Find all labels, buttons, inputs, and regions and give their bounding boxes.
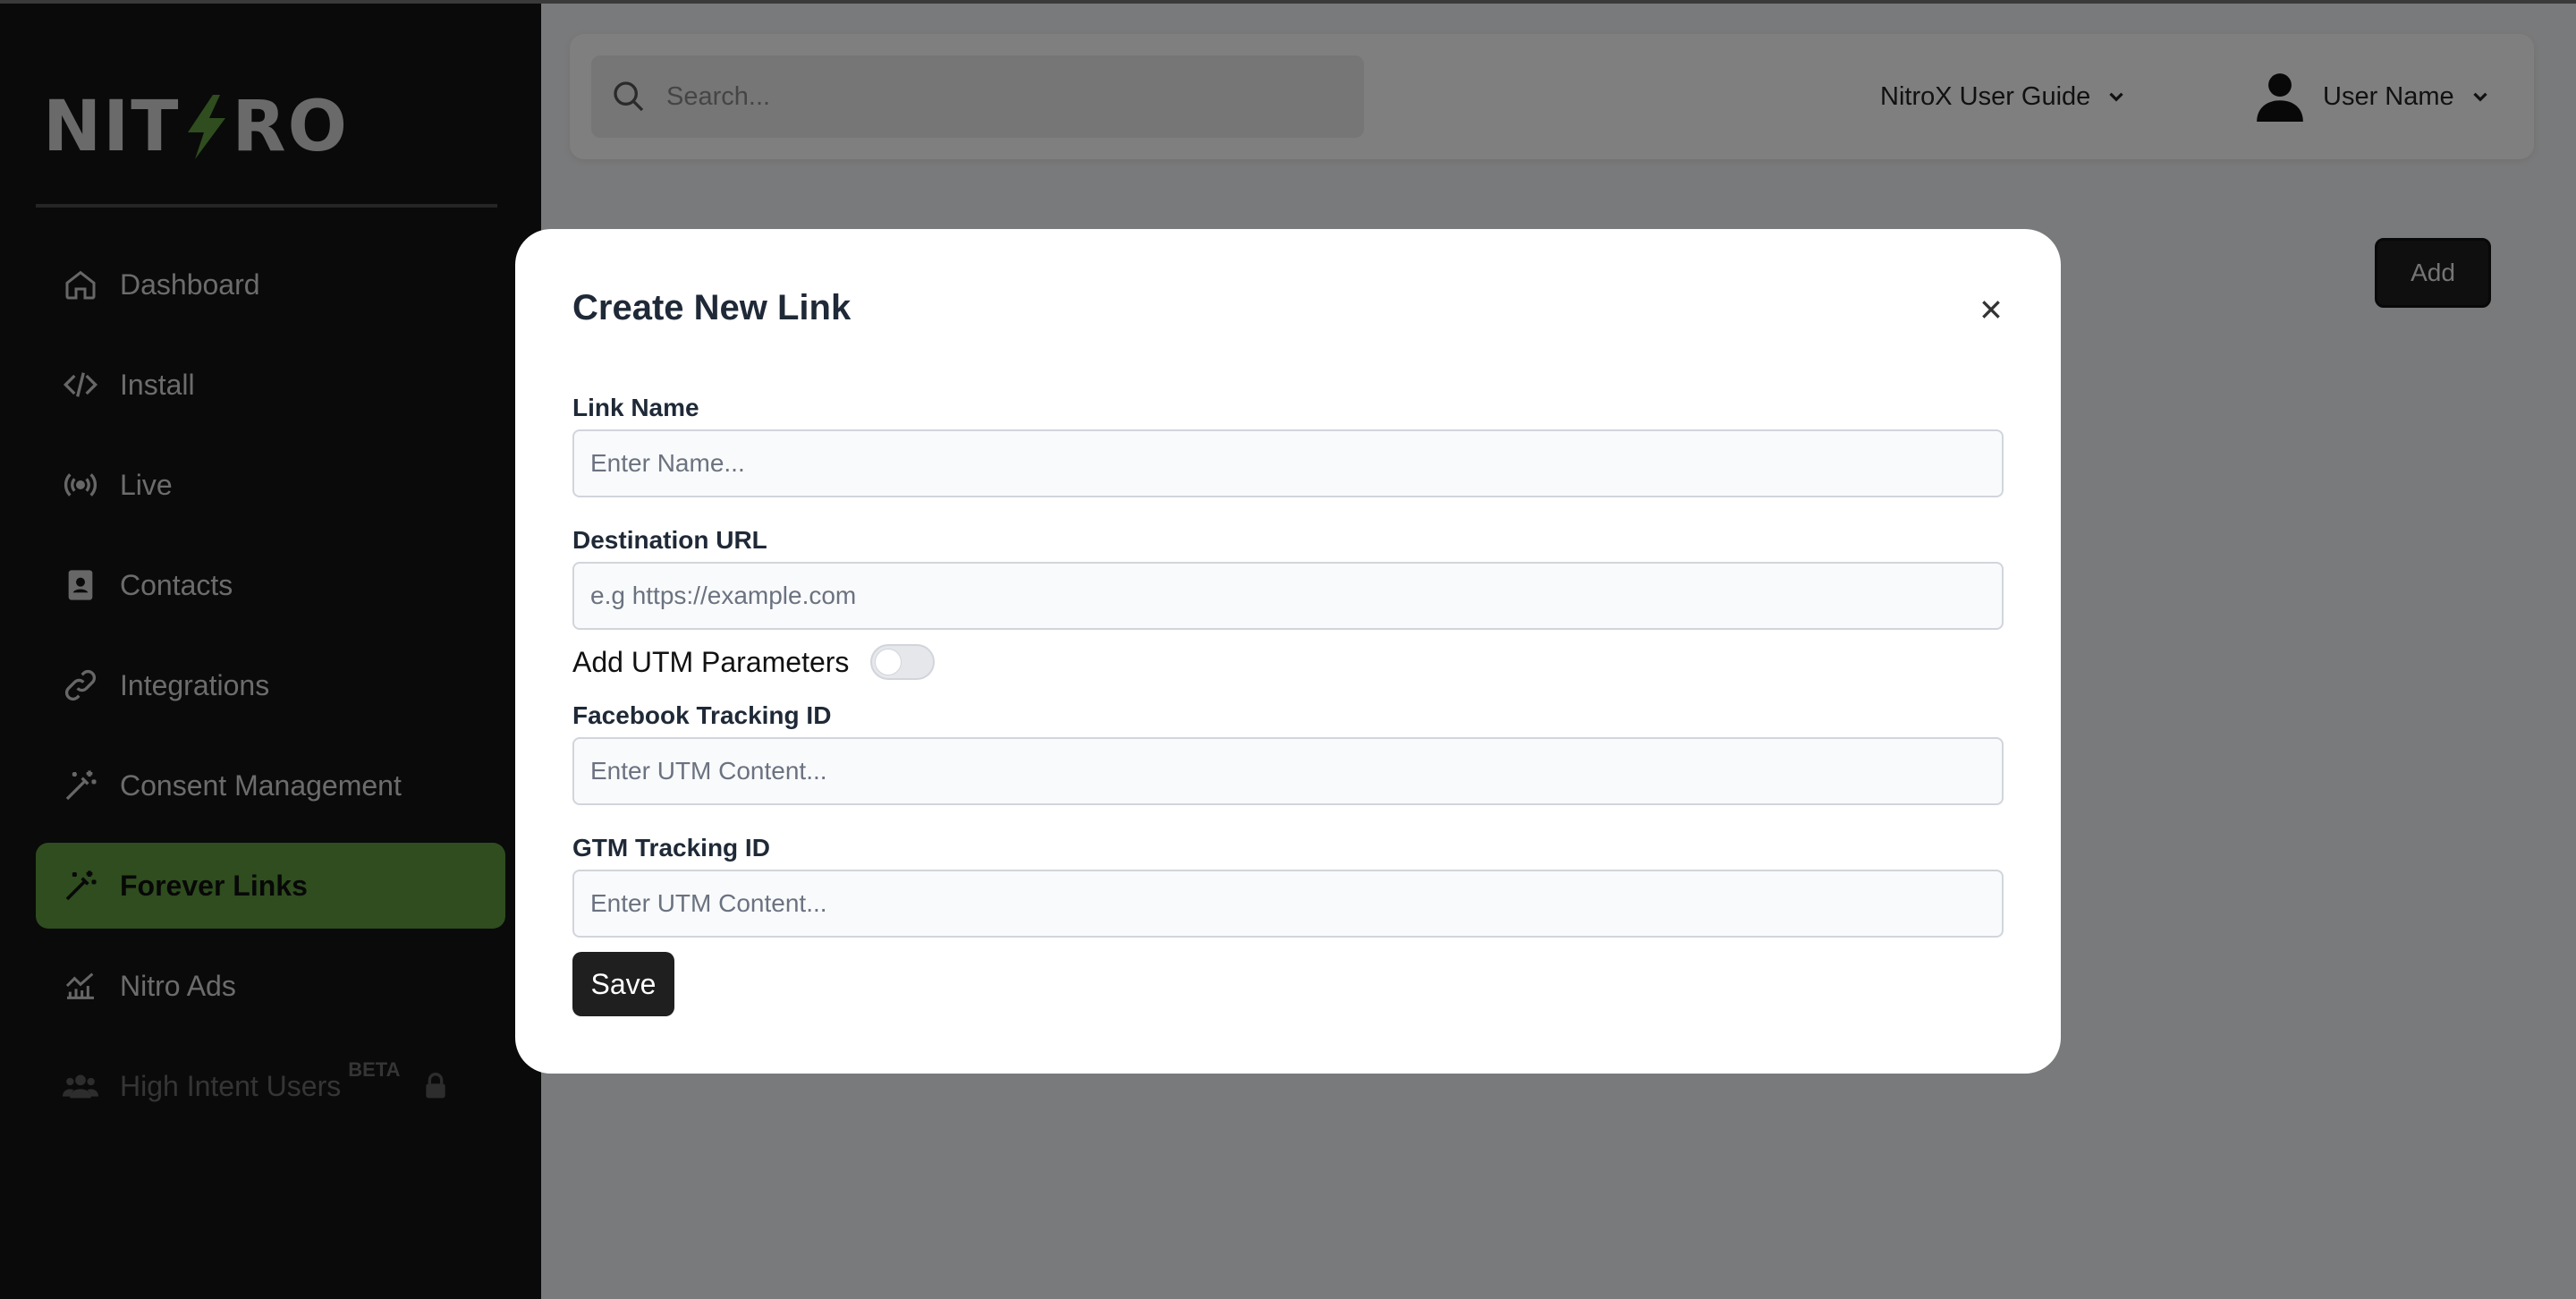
window-top-edge (0, 0, 2576, 4)
link-name-label: Link Name (572, 394, 699, 421)
facebook-tracking-label: Facebook Tracking ID (572, 701, 832, 729)
utm-parameters-toggle[interactable] (870, 644, 936, 680)
utm-parameters-label: Add UTM Parameters (572, 645, 850, 678)
modal-title: Create New Link (572, 288, 852, 327)
destination-url-label: Destination URL (572, 526, 767, 554)
gtm-tracking-input[interactable] (572, 870, 2004, 938)
app-window: NIT RO Dashboard Install (0, 0, 2576, 1299)
toggle-knob (875, 649, 902, 675)
save-button[interactable]: Save (572, 952, 674, 1016)
destination-url-input[interactable] (572, 562, 2004, 630)
facebook-tracking-input[interactable] (572, 737, 2004, 805)
utm-parameters-row: Add UTM Parameters (572, 641, 936, 683)
link-name-input[interactable] (572, 429, 2004, 497)
create-link-modal: Create New Link Link Name Destination UR… (515, 229, 2061, 1074)
gtm-tracking-label: GTM Tracking ID (572, 834, 770, 862)
close-button[interactable] (1973, 292, 2009, 327)
close-icon (1982, 301, 2000, 318)
